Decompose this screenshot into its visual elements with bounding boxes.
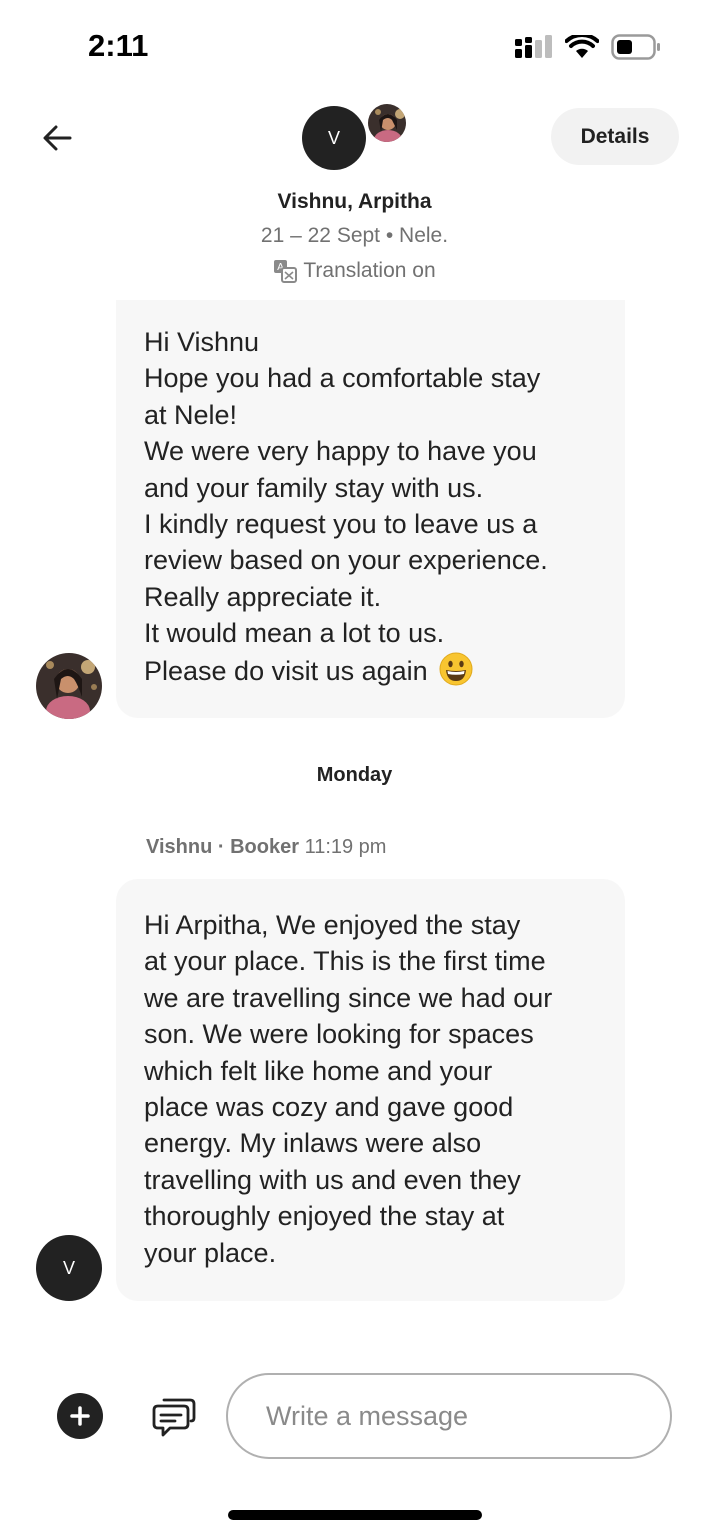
host-avatar[interactable]: [366, 102, 408, 144]
message-line: and your family stay with us.: [144, 472, 484, 503]
quick-replies-button[interactable]: [150, 1392, 198, 1440]
message-line: travelling with us and even they: [144, 1164, 521, 1195]
translation-label: Translation on: [303, 259, 436, 282]
translation-toggle[interactable]: A Translation on: [0, 259, 709, 283]
message-line: Hi Vishnu: [144, 327, 260, 357]
message-line: we are travelling since we had our: [144, 982, 553, 1013]
trip-info: 21 – 22 Sept • Nele.: [260, 224, 449, 247]
participant-names: Vishnu, Arpitha: [277, 190, 432, 213]
message-line: your place.: [144, 1237, 277, 1268]
message-line: energy. My inlaws were also: [144, 1128, 482, 1159]
plus-icon: [70, 1406, 90, 1426]
message-line: son. We were looking for spaces: [144, 1019, 534, 1050]
home-indicator: [228, 1510, 482, 1520]
arrow-left-icon: [43, 125, 72, 151]
message-line: thoroughly enjoyed the stay at: [144, 1201, 505, 1232]
message-line: Really appreciate it.: [144, 581, 382, 612]
sender-name: Vishnu: [146, 836, 213, 858]
wifi-icon: [565, 35, 599, 58]
message-line-last: Please do visit us again: [144, 652, 597, 689]
guest-message-avatar[interactable]: V: [36, 1235, 102, 1301]
battery-icon: [611, 34, 660, 60]
guest-avatar-initial: V: [62, 1257, 75, 1278]
host-message-avatar[interactable]: [36, 653, 102, 719]
conversation-screen: 2:11 V Details Vishnu, Arpitha 21 – 22 S…: [0, 0, 709, 1536]
message-time: 11:19 pm: [304, 836, 387, 858]
guest-avatar-initial: V: [327, 127, 340, 148]
add-attachment-button[interactable]: [57, 1393, 103, 1439]
message-line: We were very happy to have you: [144, 436, 537, 467]
chat-bubbles-icon: [152, 1398, 196, 1437]
day-divider: Monday: [316, 764, 393, 786]
message-line: Hope you had a comfortable stay: [144, 363, 541, 394]
details-button[interactable]: Details: [551, 108, 679, 165]
grinning-face-emoji: [439, 652, 473, 686]
message-line: review based on your experience.: [144, 545, 548, 576]
message-line: which felt like home and your: [144, 1055, 493, 1086]
message-line: I kindly request you to leave us a: [144, 509, 538, 540]
back-button[interactable]: [38, 118, 78, 158]
message-line: place was cozy and gave good: [144, 1092, 514, 1123]
host-photo-icon: [368, 104, 406, 142]
message-sender-info: Vishnu · Booker 11:19 pm: [146, 836, 386, 859]
message-line: at your place. This is the first time: [144, 946, 546, 977]
guest-avatar[interactable]: V: [302, 106, 366, 170]
message-line: It would mean a lot to us.: [144, 618, 445, 649]
host-photo-icon: [36, 653, 102, 719]
message-input[interactable]: [226, 1373, 672, 1459]
status-time: 2:11: [88, 28, 149, 63]
message-bubble-guest[interactable]: Hi Arpitha, We enjoyed the stay at your …: [116, 879, 625, 1301]
message-bubble-host[interactable]: Hi Vishnu Hope you had a comfortable sta…: [116, 300, 625, 718]
signal-icon: [515, 35, 552, 58]
message-text: Please do visit us again: [144, 655, 428, 686]
message-line: at Nele!: [144, 399, 238, 430]
translate-icon: A: [274, 260, 298, 283]
message-line: Hi Arpitha, We enjoyed the stay: [144, 910, 521, 940]
sender-role: · Booker: [217, 836, 299, 858]
